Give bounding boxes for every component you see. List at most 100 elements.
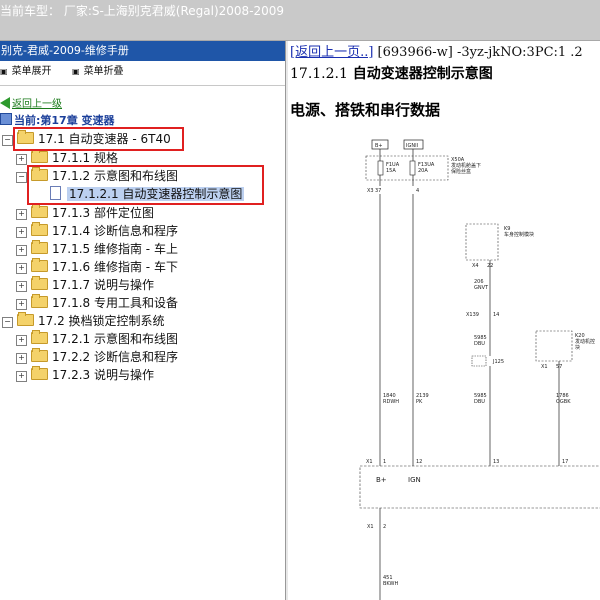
tree-node-17-1-2-1[interactable]: 17.1.2.1 自动变速器控制示意图 (50, 185, 245, 203)
expand-toggle[interactable]: + (16, 335, 27, 346)
tree-node-17-1-6[interactable]: +17.1.6 维修指南 - 车下 (16, 258, 178, 276)
ignition-input-label: IGN (408, 476, 421, 484)
folder-icon (17, 312, 34, 326)
fuse-symbol (409, 160, 416, 176)
title-bar: 当前车型： 厂家:S-上海别克君威(Regal)2008-2009 (0, 0, 600, 41)
tree-node-label: 17.1.2 示意图和布线图 (52, 169, 178, 183)
folder-icon (31, 258, 48, 272)
page-title-text: 自动变速器控制示意图 (352, 66, 493, 82)
connector-label: X3 (367, 188, 374, 194)
wire-color: DBU (474, 341, 485, 347)
tree-node-label: 17.1.2.1 自动变速器控制示意图 (67, 187, 245, 201)
folder-icon (17, 130, 34, 144)
folder-icon (31, 276, 48, 290)
document-id: [693966-w] -3yz-jkNO:3PC:1 .2 (373, 45, 583, 60)
fuse-block-desc: 发动机舱盖下 (451, 162, 481, 169)
tree-node-17-1-1[interactable]: +17.1.1 规格 (16, 149, 118, 167)
tree-node-label: 17.1.5 维修指南 - 车上 (52, 242, 178, 256)
tree-node-17-1-2[interactable]: − 17.1.2 示意图和布线图 (16, 167, 178, 185)
vehicle-title: 当前车型： 厂家:S-上海别克君威(Regal)2008-2009 (0, 4, 285, 18)
tree-node-label: 17.2.2 诊断信息和程序 (52, 350, 178, 364)
collapse-toggle[interactable]: − (2, 135, 13, 146)
body-control-module (465, 223, 499, 261)
wire-color: BKWH (383, 581, 398, 587)
connector-label: X1 (367, 524, 374, 530)
fuse-rating: 20A (418, 168, 428, 174)
fuse-rating: 15A (386, 168, 396, 174)
page-title-number: 17.1.2.1 (290, 66, 348, 82)
pin-label: 1 (383, 459, 386, 465)
collapse-toggle[interactable]: − (16, 172, 27, 183)
expand-toggle[interactable]: + (16, 154, 27, 165)
navigation-panel: 别克-君威-2009-维修手册 ▣ 菜单展开 ▣ 菜单折叠 返回上一级 当前:第17… (0, 41, 286, 600)
folder-icon (31, 240, 48, 254)
page-nav: [返回上一页..] [693966-w] -3yz-jkNO:3PC:1 .2 (290, 41, 583, 60)
splice-pack (471, 355, 487, 367)
tree-node-label: 17.1.4 诊断信息和程序 (52, 224, 178, 238)
wire-color: GNVT (474, 285, 489, 291)
tree-node-17-1-5[interactable]: +17.1.5 维修指南 - 车上 (16, 240, 178, 258)
expand-toggle[interactable]: + (16, 371, 27, 382)
wire-color: RDWH (383, 399, 399, 405)
tree-node-17-2[interactable]: − 17.2 换档锁定控制系统 (2, 312, 165, 330)
expand-toggle[interactable]: + (16, 281, 27, 292)
tree-node-17-1-3[interactable]: +17.1.3 部件定位图 (16, 204, 154, 222)
wire-color: PK (416, 399, 423, 405)
expand-toggle[interactable]: + (16, 209, 27, 220)
tree-node-label: 17.2.1 示意图和布线图 (52, 332, 178, 346)
connector-label: X1 (541, 364, 548, 370)
tree-node-17-1[interactable]: − 17.1 自动变速器 - 6T40 (2, 130, 171, 148)
tree-node-17-1-4[interactable]: +17.1.4 诊断信息和程序 (16, 222, 178, 240)
tree-node-label: 17.1.6 维修指南 - 车下 (52, 260, 178, 274)
wiring-diagram: B+ IGNII X50A 发动机舱盖下 保险丝盒 F1UA 15A F13UA… (359, 139, 600, 600)
tree-node-label: 17.1.7 说明与操作 (52, 278, 154, 292)
power-input-label: B+ (376, 476, 387, 484)
expand-toggle[interactable]: + (16, 227, 27, 238)
module-desc: 块 (575, 344, 580, 351)
tree-node-17-2-2[interactable]: +17.2.2 诊断信息和程序 (16, 348, 178, 366)
ignition-label: IGNII (406, 143, 418, 149)
pin-label: 2 (383, 524, 386, 530)
folder-icon (31, 348, 48, 362)
back-page-link[interactable]: [返回上一页..] (290, 45, 373, 60)
expand-toggle[interactable]: + (16, 299, 27, 310)
engine-control-module (535, 330, 573, 362)
pin-label: 13 (493, 459, 499, 465)
wire-color: OGBK (556, 399, 571, 405)
folder-icon (31, 366, 48, 380)
page-title: 17.1.2.1 自动变速器控制示意图 (290, 63, 493, 83)
pin-label: 12 (416, 459, 422, 465)
section-heading: 电源、搭铁和串行数据 (290, 101, 441, 119)
expand-toggle[interactable]: + (16, 245, 27, 256)
connector-label: X139 (466, 312, 479, 318)
expand-toggle[interactable]: + (16, 263, 27, 274)
pin-label: 14 (493, 312, 499, 318)
pin-label: 37 (375, 188, 381, 194)
tree-node-label: 17.1 自动变速器 - 6T40 (38, 132, 171, 146)
tree-node-label: 17.1.1 规格 (52, 151, 118, 165)
folder-icon (31, 149, 48, 163)
module-desc: 车身控制模块 (504, 231, 534, 238)
tree-node-label: 17.1.3 部件定位图 (52, 206, 154, 220)
folder-icon (31, 204, 48, 218)
fuse-symbol (377, 160, 384, 176)
splice-label: J125 (492, 359, 504, 365)
tree-node-17-2-3[interactable]: +17.2.3 说明与操作 (16, 366, 154, 384)
tree-node-17-1-7[interactable]: +17.1.7 说明与操作 (16, 276, 154, 294)
chapter-tree: − 17.1 自动变速器 - 6T40 +17.1.1 规格 − 17.1.2 示意… (0, 41, 285, 600)
transmission-control-module (359, 465, 600, 509)
battery-label: B+ (375, 143, 383, 149)
wire-color: DBU (474, 399, 485, 405)
connector-label: X1 (366, 459, 373, 465)
content-panel: [返回上一页..] [693966-w] -3yz-jkNO:3PC:1 .2 … (288, 41, 600, 600)
tree-node-label: 17.1.8 专用工具和设备 (52, 296, 178, 310)
expand-toggle[interactable]: + (16, 353, 27, 364)
tree-node-17-2-1[interactable]: +17.2.1 示意图和布线图 (16, 330, 178, 348)
document-icon (50, 186, 61, 200)
collapse-toggle[interactable]: − (2, 317, 13, 328)
pin-label: 17 (562, 459, 568, 465)
folder-icon (31, 167, 48, 181)
pin-label: 4 (416, 188, 419, 194)
connector-label: X4 (472, 263, 479, 269)
tree-node-17-1-8[interactable]: +17.1.8 专用工具和设备 (16, 294, 178, 312)
